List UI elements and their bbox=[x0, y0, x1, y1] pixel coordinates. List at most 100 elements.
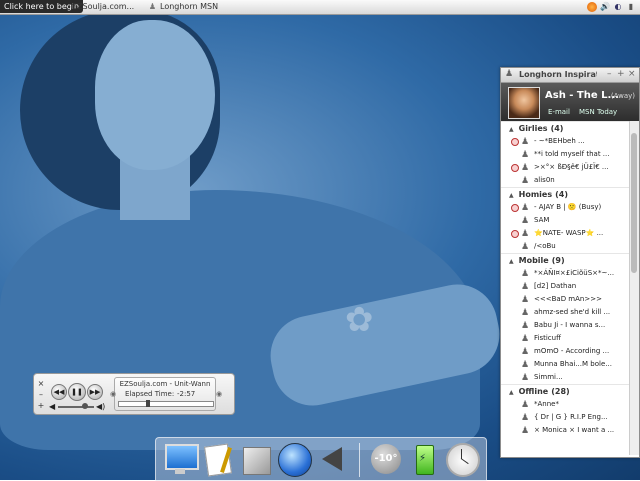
collapse-arrow-icon[interactable]: ▲ bbox=[509, 258, 514, 265]
contact-list-item[interactable]: ♟ Munna Bhai...M bole... bbox=[501, 358, 629, 371]
contact-name: - ~*BEHbeh ... bbox=[534, 137, 585, 145]
network-icon[interactable]: ▮ bbox=[626, 2, 636, 12]
start-button[interactable]: Click here to begin bbox=[0, 0, 84, 13]
monitor-icon[interactable] bbox=[162, 441, 199, 477]
volume-slider-knob[interactable] bbox=[82, 403, 88, 409]
shield-icon[interactable]: ◐ bbox=[613, 2, 623, 12]
buddy-icon: ♟ bbox=[521, 229, 530, 239]
contact-list-item[interactable]: ♟ /<oBu bbox=[501, 240, 629, 253]
messenger-window: ♟ Longhorn Inspirat – + × Ash - The L...… bbox=[500, 67, 640, 458]
scroll-right-icon[interactable]: ◉ bbox=[216, 390, 222, 398]
blocked-icon bbox=[511, 164, 519, 172]
messenger-title: Longhorn Inspirat bbox=[519, 70, 597, 79]
user-display-name[interactable]: Ash - The L... bbox=[545, 90, 619, 101]
contact-list-item[interactable]: ♟ - AJAY B | 🙁 (Busy) bbox=[501, 201, 629, 214]
contact-list-item[interactable]: ♟ *×ÁÑI¤×£iCiõüS×*~... bbox=[501, 267, 629, 280]
user-status[interactable]: (Away) bbox=[611, 92, 635, 100]
buddy-icon: ♟ bbox=[521, 426, 530, 436]
contact-list-item[interactable]: ♟ ⭐NATE- WASP⭐ ... bbox=[501, 227, 629, 240]
contact-list-item[interactable]: ♟ Fisticuff bbox=[501, 332, 629, 345]
track-progress-bar[interactable] bbox=[118, 400, 214, 407]
close-icon[interactable]: × bbox=[37, 378, 45, 389]
dock-separator bbox=[359, 443, 360, 477]
collapse-arrow-icon[interactable]: ▲ bbox=[509, 192, 514, 199]
contact-name: × Monica × I want a ... bbox=[534, 426, 615, 434]
minimize-icon[interactable]: – bbox=[607, 69, 612, 79]
clock-icon[interactable] bbox=[444, 441, 480, 477]
email-link[interactable]: E-mail bbox=[548, 108, 570, 116]
contact-list-item[interactable]: ♟ Babu Ji - I wanna s... bbox=[501, 319, 629, 332]
contact-list-item[interactable]: ♟ mOmO - According ... bbox=[501, 345, 629, 358]
contact-list-item[interactable]: ♟ <<<BaD mAn>>> bbox=[501, 293, 629, 306]
previous-track-button[interactable]: ◀◀ bbox=[51, 384, 67, 400]
close-icon[interactable]: × bbox=[628, 69, 636, 79]
elapsed-time-label: Elapsed Time: bbox=[125, 390, 175, 398]
contact-group-header[interactable]: ▲ Girlies (4) bbox=[501, 121, 629, 135]
contact-group-count: (9) bbox=[551, 256, 565, 265]
battery-icon[interactable]: ⚡ bbox=[406, 441, 442, 477]
scrollbar-thumb[interactable] bbox=[631, 133, 637, 273]
speaker-icon[interactable] bbox=[314, 441, 350, 477]
blocked-icon bbox=[511, 204, 519, 212]
buddy-icon: ♟ bbox=[505, 69, 514, 79]
contact-list-item[interactable]: ♟ *Anne* bbox=[501, 398, 629, 411]
contact-name: *×ÁÑI¤×£iCiõüS×*~... bbox=[534, 269, 615, 277]
buddy-icon: ♟ bbox=[521, 176, 530, 186]
network-globe-icon[interactable] bbox=[276, 441, 312, 477]
dock: -10° ⚡ bbox=[155, 437, 487, 481]
messenger-titlebar[interactable]: ♟ Longhorn Inspirat – + × bbox=[501, 68, 639, 83]
buddy-icon: ♟ bbox=[521, 308, 530, 318]
contact-name: [d2] Dathan bbox=[534, 282, 577, 290]
buddy-icon: ♟ bbox=[521, 334, 530, 344]
contact-name: Simmi... bbox=[534, 373, 563, 381]
minimize-icon[interactable]: – bbox=[37, 389, 45, 400]
contact-list-item[interactable]: ♟ **i told myself that ... bbox=[501, 148, 629, 161]
volume-slider[interactable] bbox=[58, 403, 94, 409]
contact-group-header[interactable]: ▲ Homies (4) bbox=[501, 187, 629, 201]
track-progress-knob[interactable] bbox=[146, 400, 150, 407]
contact-list-item[interactable]: ♟ Simmi... bbox=[501, 371, 629, 384]
weather-moon-icon[interactable]: -10° bbox=[368, 441, 404, 477]
buddy-icon: ♟ bbox=[521, 413, 530, 423]
expand-icon[interactable]: + bbox=[37, 400, 45, 411]
contact-list-scrollbar[interactable] bbox=[629, 121, 639, 455]
contact-name: Fisticuff bbox=[534, 334, 561, 342]
package-icon[interactable] bbox=[238, 441, 274, 477]
contact-name: { Dr | G } R.I.P Eng... bbox=[534, 413, 608, 421]
contact-group-count: (4) bbox=[550, 124, 564, 133]
contact-list-item[interactable]: ♟ [d2] Dathan bbox=[501, 280, 629, 293]
taskbar-task-label: EZSoulja.com... bbox=[72, 2, 135, 11]
collapse-arrow-icon[interactable]: ▲ bbox=[509, 126, 514, 133]
contact-list-item[interactable]: ♟ { Dr | G } R.I.P Eng... bbox=[501, 411, 629, 424]
scroll-left-icon[interactable]: ◉ bbox=[110, 390, 116, 398]
avatar[interactable] bbox=[508, 87, 540, 119]
pause-button[interactable]: ❚❚ bbox=[68, 383, 86, 401]
contact-list-item[interactable]: ♟ - ~*BEHbeh ... bbox=[501, 135, 629, 148]
buddy-icon: ♟ bbox=[521, 216, 530, 226]
collapse-arrow-icon[interactable]: ▲ bbox=[509, 389, 514, 396]
taskbar-task-ezsoulja[interactable]: EZSoulja.com... bbox=[72, 0, 134, 14]
contact-list: ▲ Girlies (4) ♟ - ~*BEHbeh ... ♟ **i told myse… bbox=[501, 121, 629, 455]
contact-name: Babu Ji - I wanna s... bbox=[534, 321, 606, 329]
contact-group-header[interactable]: ▲ Offline (28) bbox=[501, 384, 629, 398]
preview-icon[interactable] bbox=[200, 441, 236, 477]
contact-list-item[interactable]: ♟ ahmz-sed she'd kill ... bbox=[501, 306, 629, 319]
buddy-icon: ♟ bbox=[521, 295, 530, 305]
system-tray: 🔊 ◐ ▮ bbox=[587, 1, 636, 13]
maximize-icon[interactable]: + bbox=[617, 69, 625, 79]
buddy-icon: ♟ bbox=[521, 321, 530, 331]
contact-group-header[interactable]: ▲ Mobile (9) bbox=[501, 253, 629, 267]
taskbar-task-msn[interactable]: ♟ Longhorn MSN bbox=[148, 0, 218, 14]
firefox-icon[interactable] bbox=[587, 2, 597, 12]
contact-name: SAM bbox=[534, 216, 550, 224]
contact-list-item[interactable]: ♟ alis0n bbox=[501, 174, 629, 187]
contact-group-name: Girlies bbox=[518, 124, 548, 133]
buddy-icon: ♟ bbox=[148, 2, 157, 11]
contact-list-item[interactable]: ♟ SAM bbox=[501, 214, 629, 227]
contact-name: alis0n bbox=[534, 176, 555, 184]
contact-list-item[interactable]: ♟ × Monica × I want a ... bbox=[501, 424, 629, 437]
volume-icon[interactable]: 🔊 bbox=[600, 2, 610, 12]
msn-today-link[interactable]: MSN Today bbox=[579, 108, 617, 116]
contact-list-item[interactable]: ♟ >×°× ßÐ§ê€ јÜ£Ï€ ... bbox=[501, 161, 629, 174]
next-track-button[interactable]: ▶▶ bbox=[87, 384, 103, 400]
